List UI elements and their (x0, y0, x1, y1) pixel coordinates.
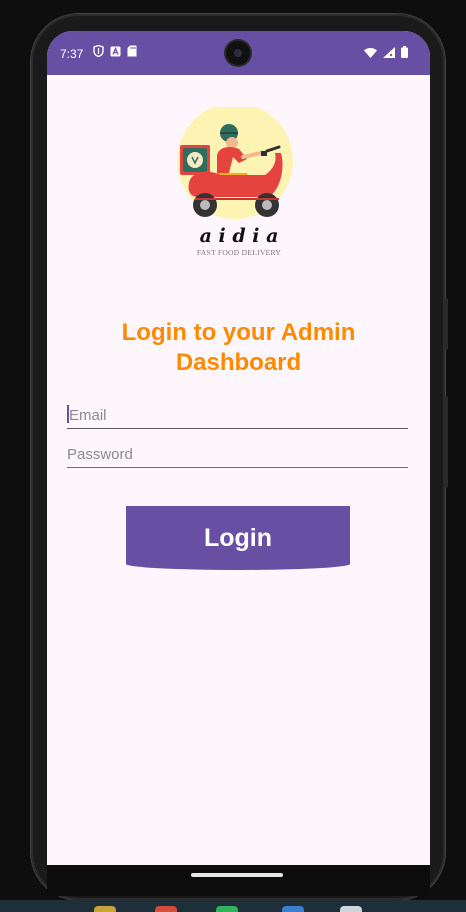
taskbar-app-icon[interactable] (282, 906, 304, 912)
shield-icon (93, 45, 104, 57)
power-button (444, 396, 448, 488)
taskbar-app-icon[interactable] (340, 906, 362, 912)
volume-button (444, 298, 448, 350)
taskbar-app-icon[interactable] (216, 906, 238, 912)
password-input[interactable] (67, 441, 408, 467)
taskbar-app-icon[interactable] (155, 906, 177, 912)
page-title: Login to your Admin Dashboard (47, 318, 430, 378)
front-camera (226, 41, 250, 65)
delivery-scooter-icon (177, 107, 293, 219)
login-button[interactable]: Login (126, 506, 350, 570)
home-gesture-handle[interactable] (191, 873, 283, 877)
app-screen: 7:37 a i d i a FAST FOOD DELIVERY Login … (47, 31, 430, 865)
signal-icon (383, 46, 395, 58)
wifi-icon (364, 47, 377, 58)
title-line-1: Login to your Admin (121, 319, 356, 346)
email-field[interactable] (67, 402, 410, 429)
status-bar: 7:37 (47, 31, 430, 75)
brand-tagline: FAST FOOD DELIVERY (197, 248, 282, 257)
sd-card-icon (127, 45, 137, 57)
a-badge-icon (110, 46, 121, 56)
navigation-bar (47, 865, 430, 896)
desktop-taskbar (0, 900, 466, 912)
app-logo: a i d i a FAST FOOD DELIVERY (177, 107, 293, 257)
battery-icon (401, 46, 408, 58)
taskbar-app-icon[interactable] (94, 906, 116, 912)
status-time: 7:37 (60, 47, 84, 61)
brand-name: a i d i a (200, 225, 279, 247)
title-line-2: Dashboard (175, 349, 302, 376)
password-field[interactable] (67, 441, 408, 468)
email-input[interactable] (67, 402, 410, 428)
